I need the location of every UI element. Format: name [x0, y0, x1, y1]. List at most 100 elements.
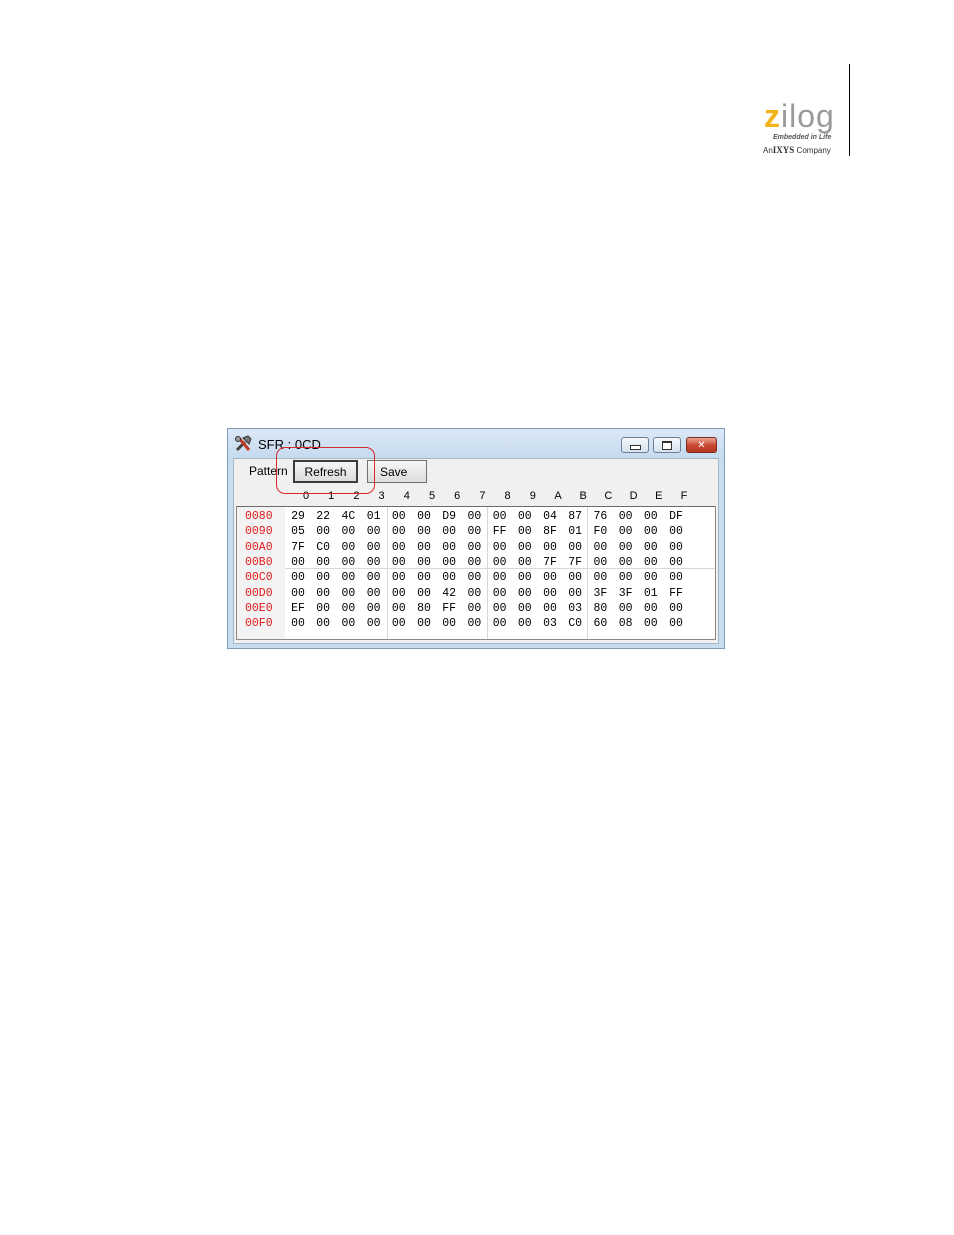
- memory-cell[interactable]: 00: [491, 571, 509, 584]
- memory-cell[interactable]: 4C: [339, 510, 357, 523]
- memory-cell[interactable]: 00: [516, 602, 534, 615]
- memory-cell[interactable]: 00: [339, 587, 357, 600]
- memory-cell[interactable]: 00: [516, 617, 534, 630]
- memory-grid[interactable]: 0080 29 22 4C 01 00 00 D9 00 00 00 04 87 76 00 00 DF 0090…: [236, 506, 716, 640]
- memory-cell[interactable]: 04: [541, 510, 559, 523]
- memory-cell[interactable]: 00: [566, 587, 584, 600]
- memory-cell[interactable]: FF: [667, 587, 685, 600]
- memory-cell[interactable]: 00: [516, 510, 534, 523]
- memory-cell[interactable]: 00: [642, 602, 660, 615]
- memory-cell[interactable]: 00: [339, 556, 357, 569]
- memory-cell[interactable]: D9: [440, 510, 458, 523]
- memory-cell[interactable]: 00: [566, 571, 584, 584]
- memory-cell[interactable]: FF: [440, 602, 458, 615]
- memory-cell[interactable]: 00: [415, 617, 433, 630]
- memory-cell[interactable]: 00: [465, 525, 483, 538]
- memory-cell[interactable]: 00: [339, 571, 357, 584]
- memory-cell[interactable]: 00: [365, 541, 383, 554]
- memory-cell[interactable]: 00: [365, 602, 383, 615]
- memory-cell[interactable]: 00: [390, 587, 408, 600]
- memory-cell[interactable]: 00: [642, 571, 660, 584]
- memory-cell[interactable]: 00: [516, 556, 534, 569]
- memory-cell[interactable]: C0: [314, 541, 332, 554]
- memory-cell[interactable]: 00: [516, 587, 534, 600]
- close-button[interactable]: ✕: [686, 437, 717, 453]
- memory-cell[interactable]: 00: [390, 571, 408, 584]
- memory-cell[interactable]: 00: [617, 525, 635, 538]
- memory-cell[interactable]: 00: [289, 617, 307, 630]
- memory-cell[interactable]: 00: [289, 587, 307, 600]
- memory-cell[interactable]: 00: [339, 525, 357, 538]
- memory-cell[interactable]: 00: [516, 525, 534, 538]
- memory-cell[interactable]: 00: [617, 541, 635, 554]
- memory-cell[interactable]: 00: [465, 510, 483, 523]
- memory-cell[interactable]: 03: [541, 617, 559, 630]
- memory-cell[interactable]: 7F: [541, 556, 559, 569]
- memory-cell[interactable]: 05: [289, 525, 307, 538]
- memory-cell[interactable]: 3F: [617, 587, 635, 600]
- memory-cell[interactable]: 00: [390, 541, 408, 554]
- memory-cell[interactable]: 00: [440, 556, 458, 569]
- memory-cell[interactable]: 01: [566, 525, 584, 538]
- memory-cell[interactable]: 8F: [541, 525, 559, 538]
- memory-cell[interactable]: 00: [465, 587, 483, 600]
- memory-cell[interactable]: EF: [289, 602, 307, 615]
- minimize-button[interactable]: [621, 437, 649, 453]
- memory-cell[interactable]: 00: [642, 556, 660, 569]
- memory-cell[interactable]: 00: [617, 602, 635, 615]
- memory-cell[interactable]: 00: [440, 571, 458, 584]
- memory-cell[interactable]: 80: [591, 602, 609, 615]
- memory-cell[interactable]: 00: [491, 556, 509, 569]
- memory-cell[interactable]: 00: [365, 556, 383, 569]
- memory-cell[interactable]: 00: [390, 525, 408, 538]
- memory-cell[interactable]: 00: [465, 617, 483, 630]
- memory-cell[interactable]: 42: [440, 587, 458, 600]
- memory-cell[interactable]: C0: [566, 617, 584, 630]
- memory-cell[interactable]: 00: [491, 617, 509, 630]
- memory-cell[interactable]: 00: [667, 617, 685, 630]
- memory-cell[interactable]: 00: [390, 617, 408, 630]
- memory-cell[interactable]: 00: [390, 510, 408, 523]
- memory-cell[interactable]: 00: [617, 556, 635, 569]
- memory-cell[interactable]: 00: [591, 571, 609, 584]
- memory-cell[interactable]: 00: [667, 571, 685, 584]
- memory-cell[interactable]: 08: [617, 617, 635, 630]
- memory-cell[interactable]: 00: [491, 602, 509, 615]
- memory-cell[interactable]: F0: [591, 525, 609, 538]
- memory-cell[interactable]: 00: [465, 556, 483, 569]
- memory-cell[interactable]: 00: [339, 541, 357, 554]
- memory-cell[interactable]: 00: [289, 556, 307, 569]
- memory-cell[interactable]: 00: [314, 587, 332, 600]
- memory-cell[interactable]: 00: [491, 510, 509, 523]
- memory-cell[interactable]: 00: [465, 602, 483, 615]
- memory-cell[interactable]: 00: [415, 571, 433, 584]
- memory-cell[interactable]: 60: [591, 617, 609, 630]
- memory-cell[interactable]: 00: [314, 617, 332, 630]
- memory-cell[interactable]: 00: [339, 602, 357, 615]
- memory-cell[interactable]: 00: [440, 541, 458, 554]
- memory-cell[interactable]: 00: [667, 556, 685, 569]
- memory-cell[interactable]: 00: [415, 510, 433, 523]
- memory-cell[interactable]: 00: [289, 571, 307, 584]
- memory-cell[interactable]: 00: [541, 541, 559, 554]
- memory-cell[interactable]: 00: [440, 617, 458, 630]
- memory-cell[interactable]: 00: [667, 602, 685, 615]
- memory-cell[interactable]: 00: [465, 541, 483, 554]
- memory-cell[interactable]: 00: [516, 571, 534, 584]
- memory-cell[interactable]: 7F: [566, 556, 584, 569]
- memory-cell[interactable]: FF: [491, 525, 509, 538]
- memory-cell[interactable]: 00: [617, 571, 635, 584]
- memory-cell[interactable]: 00: [365, 587, 383, 600]
- memory-cell[interactable]: 00: [667, 541, 685, 554]
- memory-cell[interactable]: 01: [642, 587, 660, 600]
- memory-cell[interactable]: 00: [541, 587, 559, 600]
- memory-cell[interactable]: 00: [566, 541, 584, 554]
- memory-cell[interactable]: 00: [591, 541, 609, 554]
- memory-cell[interactable]: 00: [314, 571, 332, 584]
- memory-cell[interactable]: 00: [314, 602, 332, 615]
- memory-cell[interactable]: 00: [642, 541, 660, 554]
- memory-cell[interactable]: 00: [591, 556, 609, 569]
- memory-cell[interactable]: 00: [365, 571, 383, 584]
- memory-cell[interactable]: 87: [566, 510, 584, 523]
- memory-cell[interactable]: 00: [415, 525, 433, 538]
